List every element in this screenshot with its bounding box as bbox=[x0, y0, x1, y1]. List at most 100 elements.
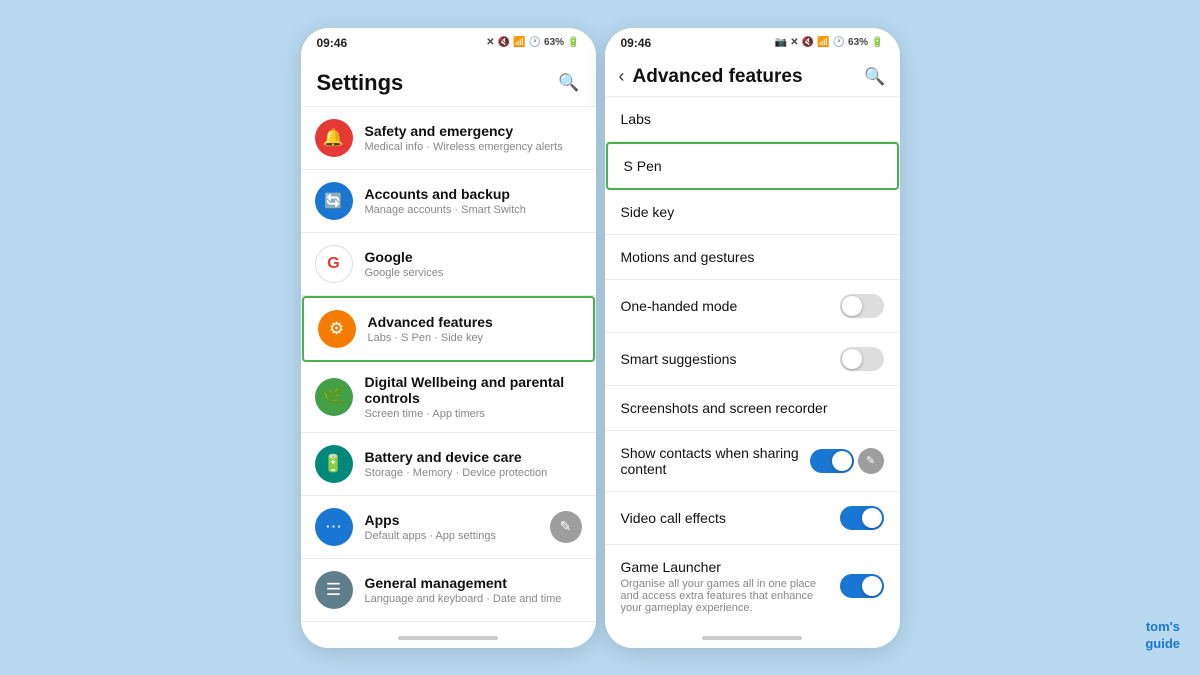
wellbeing-icon: 🌿 bbox=[315, 378, 353, 416]
general-icon: ☰ bbox=[315, 571, 353, 609]
showcontacts-edit-btn[interactable]: ✎ bbox=[858, 448, 884, 474]
showcontacts-knob bbox=[832, 451, 852, 471]
adv-item-gamelauncher[interactable]: Game Launcher Organise all your games al… bbox=[605, 545, 900, 628]
onehanded-label: One-handed mode bbox=[621, 298, 738, 314]
motions-label: Motions and gestures bbox=[621, 249, 755, 265]
battery-pct-1: 63% bbox=[544, 37, 564, 48]
adv-item-screenshots[interactable]: Screenshots and screen recorder bbox=[605, 386, 900, 431]
home-indicator-2 bbox=[605, 628, 900, 648]
videocall-knob bbox=[862, 508, 882, 528]
status-bar-2: 09:46 📷 ✕ 🔇 📶 🕐 63% 🔋 bbox=[605, 28, 900, 56]
onehanded-knob bbox=[842, 296, 862, 316]
settings-header: Settings 🔍 bbox=[301, 56, 596, 107]
videocall-label: Video call effects bbox=[621, 510, 726, 526]
videocall-text: Video call effects bbox=[621, 510, 726, 526]
settings-item-accounts[interactable]: 🔄 Accounts and backup Manage accounts · … bbox=[301, 170, 596, 233]
mute-icon: 🔇 bbox=[498, 37, 510, 48]
adv-item-videocall[interactable]: Video call effects bbox=[605, 492, 900, 545]
adv-item-smartsugg[interactable]: Smart suggestions bbox=[605, 333, 900, 386]
settings-item-general[interactable]: ☰ General management Language and keyboa… bbox=[301, 559, 596, 622]
smartsugg-knob bbox=[842, 349, 862, 369]
gamelauncher-toggle[interactable] bbox=[840, 574, 884, 598]
general-text: General management Language and keyboard… bbox=[365, 575, 582, 605]
signal-icon: ✕ bbox=[486, 37, 494, 48]
settings-item-google[interactable]: G Google Google services bbox=[301, 233, 596, 296]
adv-item-labs[interactable]: Labs bbox=[605, 97, 900, 142]
apps-icon: ⋯ bbox=[315, 508, 353, 546]
gamelauncher-knob bbox=[862, 576, 882, 596]
apps-name: Apps bbox=[365, 512, 550, 528]
labs-text: Labs bbox=[621, 111, 651, 127]
settings-item-advanced[interactable]: ⚙ Advanced features Labs · S Pen · Side … bbox=[302, 296, 595, 362]
safety-name: Safety and emergency bbox=[365, 123, 582, 139]
spen-text: S Pen bbox=[624, 158, 662, 174]
alarm-icon-2: 🕐 bbox=[833, 37, 845, 48]
showcontacts-text: Show contacts when sharing content bbox=[621, 445, 810, 477]
adv-item-spen[interactable]: S Pen bbox=[606, 142, 899, 190]
wifi-icon-2: 📶 bbox=[817, 37, 829, 48]
gamelauncher-sub: Organise all your games all in one place… bbox=[621, 578, 830, 614]
toms-line2: guide bbox=[1145, 636, 1180, 653]
wifi-icon: 📶 bbox=[513, 37, 525, 48]
status-icons-1: ✕ 🔇 📶 🕐 63% 🔋 bbox=[486, 37, 579, 48]
google-sub: Google services bbox=[365, 267, 582, 279]
wellbeing-sub: Screen time · App timers bbox=[365, 408, 582, 420]
time-2: 09:46 bbox=[621, 36, 652, 50]
advanced-text: Advanced features Labs · S Pen · Side ke… bbox=[368, 314, 579, 344]
labs-label: Labs bbox=[621, 111, 651, 127]
showcontacts-toggle[interactable] bbox=[810, 449, 854, 473]
accounts-icon: 🔄 bbox=[315, 182, 353, 220]
gamelauncher-text: Game Launcher Organise all your games al… bbox=[621, 559, 830, 614]
google-text: Google Google services bbox=[365, 249, 582, 279]
settings-title: Settings bbox=[317, 70, 404, 96]
battery-icon-1: 🔋 bbox=[567, 37, 579, 48]
adv-item-motions[interactable]: Motions and gestures bbox=[605, 235, 900, 280]
wellbeing-name: Digital Wellbeing and parental controls bbox=[365, 374, 582, 406]
onehanded-toggle[interactable] bbox=[840, 294, 884, 318]
showcontacts-controls: ✎ bbox=[810, 448, 884, 474]
accounts-text: Accounts and backup Manage accounts · Sm… bbox=[365, 186, 582, 216]
signal-icon-2: ✕ bbox=[790, 37, 798, 48]
phone-settings: 09:46 ✕ 🔇 📶 🕐 63% 🔋 Settings 🔍 🔔 bbox=[301, 28, 596, 648]
back-button[interactable]: ‹ bbox=[619, 66, 625, 87]
settings-item-accessibility[interactable]: ♿ Accessibility TalkBack · Mono audio · … bbox=[301, 622, 596, 628]
search-icon-2[interactable]: 🔍 bbox=[864, 67, 885, 87]
spen-label: S Pen bbox=[624, 158, 662, 174]
apps-sub: Default apps · App settings bbox=[365, 530, 550, 542]
adv-item-onehanded[interactable]: One-handed mode bbox=[605, 280, 900, 333]
battery-icon-2: 🔋 bbox=[871, 37, 883, 48]
status-icons-2: 📷 ✕ 🔇 📶 🕐 63% 🔋 bbox=[775, 37, 884, 48]
advanced-icon: ⚙ bbox=[318, 310, 356, 348]
alarm-icon: 🕐 bbox=[529, 37, 541, 48]
settings-list: 🔔 Safety and emergency Medical info · Wi… bbox=[301, 107, 596, 628]
apps-text: Apps Default apps · App settings bbox=[365, 512, 550, 542]
google-icon: G bbox=[315, 245, 353, 283]
battery-name: Battery and device care bbox=[365, 449, 582, 465]
advanced-title: Advanced features bbox=[633, 66, 857, 88]
gamelauncher-label: Game Launcher bbox=[621, 559, 830, 575]
general-sub: Language and keyboard · Date and time bbox=[365, 593, 582, 605]
adv-item-sidekey[interactable]: Side key bbox=[605, 190, 900, 235]
home-bar-2 bbox=[702, 636, 802, 640]
time-1: 09:46 bbox=[317, 36, 348, 50]
onehanded-text: One-handed mode bbox=[621, 298, 738, 314]
settings-item-apps[interactable]: ⋯ Apps Default apps · App settings ✎ bbox=[301, 496, 596, 559]
adv-item-showcontacts[interactable]: Show contacts when sharing content ✎ bbox=[605, 431, 900, 492]
settings-item-wellbeing[interactable]: 🌿 Digital Wellbeing and parental control… bbox=[301, 362, 596, 433]
smartsugg-toggle[interactable] bbox=[840, 347, 884, 371]
settings-item-battery[interactable]: 🔋 Battery and device care Storage · Memo… bbox=[301, 433, 596, 496]
videocall-toggle[interactable] bbox=[840, 506, 884, 530]
settings-item-safety[interactable]: 🔔 Safety and emergency Medical info · Wi… bbox=[301, 107, 596, 170]
smartsugg-label: Smart suggestions bbox=[621, 351, 737, 367]
search-icon-1[interactable]: 🔍 bbox=[558, 73, 579, 93]
apps-edit-btn[interactable]: ✎ bbox=[550, 511, 582, 543]
safety-icon: 🔔 bbox=[315, 119, 353, 157]
screenshots-text: Screenshots and screen recorder bbox=[621, 400, 828, 416]
battery-text: Battery and device care Storage · Memory… bbox=[365, 449, 582, 479]
wellbeing-text: Digital Wellbeing and parental controls … bbox=[365, 374, 582, 420]
accounts-name: Accounts and backup bbox=[365, 186, 582, 202]
battery-pct-2: 63% bbox=[848, 37, 868, 48]
google-name: Google bbox=[365, 249, 582, 265]
toms-line1: tom's bbox=[1145, 619, 1180, 636]
home-indicator-1 bbox=[301, 628, 596, 648]
